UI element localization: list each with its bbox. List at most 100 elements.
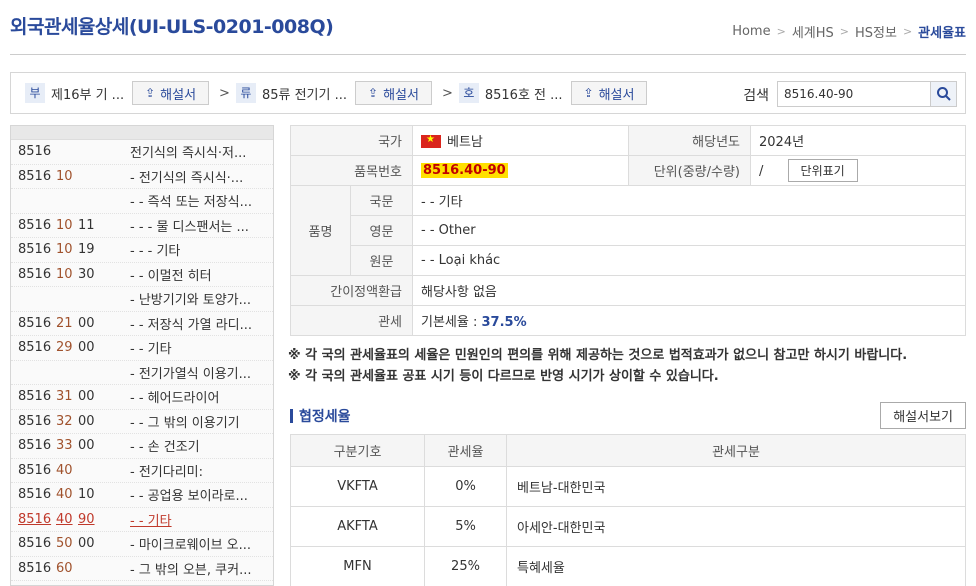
unit-notation-button[interactable]: 단위표기 bbox=[787, 159, 858, 182]
table-row: MFN 25% 특혜세율 bbox=[290, 546, 966, 586]
hs-code-item[interactable]: 8516 50 00 - 마이크로웨이브 오... bbox=[11, 532, 273, 557]
korean-label: 국문 bbox=[350, 185, 413, 216]
hs-subheading: 31 bbox=[56, 389, 73, 405]
hs-description: - 전기식의 즉시식·... bbox=[130, 170, 244, 186]
category-cell: 아세안-대한민국 bbox=[506, 506, 966, 547]
hs-description: - 전기다리미: bbox=[130, 464, 204, 480]
hs-national: 90 bbox=[78, 511, 95, 527]
search-input[interactable] bbox=[778, 82, 930, 106]
agreement-section-title: 협정세율 bbox=[290, 406, 351, 426]
code-cell: AKFTA bbox=[290, 506, 425, 547]
hs-description: - - 기타 bbox=[130, 342, 172, 358]
chevron-right-icon: > bbox=[776, 25, 786, 38]
original-label: 원문 bbox=[350, 245, 413, 276]
hs-national: 19 bbox=[78, 242, 95, 258]
hs-code-item[interactable]: 8516 40 90 - - 기타 bbox=[11, 508, 273, 532]
vietnam-flag-icon bbox=[421, 134, 441, 148]
english-label: 영문 bbox=[350, 215, 413, 246]
breadcrumb-hs-info[interactable]: HS정보 bbox=[855, 22, 897, 41]
hs-code-item[interactable]: 8516 33 00 - - 손 건조기 bbox=[11, 434, 273, 459]
hs-description: - - 저장식 가열 라디... bbox=[130, 317, 253, 333]
hs-code-item[interactable]: 8516 40 10 - - 공업용 보이라로... bbox=[11, 483, 273, 508]
column-header: 관세율 bbox=[424, 434, 507, 467]
country-value: 베트남 bbox=[412, 125, 629, 156]
hs-heading: 8516 bbox=[18, 217, 52, 233]
heading-commentary-label: 해설서 bbox=[598, 87, 635, 103]
hs-code-item[interactable]: 8516 10 11 - - - 물 디스팬서는 ... bbox=[11, 214, 273, 238]
breadcrumb-world-hs[interactable]: 세계HS bbox=[792, 22, 834, 41]
chapter-commentary-label: 해설서 bbox=[383, 87, 419, 103]
tariff-rate: 37.5% bbox=[481, 315, 527, 330]
hs-code-item[interactable]: 8516 31 00 - - 헤어드라이어 bbox=[11, 385, 273, 410]
hs-code-item[interactable]: 8516 10 30 - - 이멀전 히터 bbox=[11, 263, 273, 287]
hs-code-item[interactable]: 8516 40 - 전기다리미: bbox=[11, 459, 273, 483]
hs-navigation-bar: 부 제16부 기 ... ⇪ 해설서 > 류 85류 전기기 ... ⇪ 해설서… bbox=[10, 72, 966, 114]
agreement-rate-table: 구분기호 관세율 관세구분 VKFTA 0% 베트남-대한민국 AKFTA 5%… bbox=[290, 434, 966, 586]
hs-heading: 8516 bbox=[18, 487, 52, 503]
hs-subheading: 10 bbox=[56, 168, 73, 184]
tariff-info-table: 국가 베트남 해당년도 2024년 품목번호 8516.40-90 단위(중량/… bbox=[290, 125, 966, 186]
hs-subheading: 10 bbox=[56, 217, 73, 233]
rate-cell: 25% bbox=[424, 546, 507, 586]
section-commentary-label: 해설서 bbox=[160, 87, 197, 103]
korean-value: - - 기타 bbox=[412, 185, 966, 216]
hs-code-item[interactable]: 8516 32 00 - - 그 밖의 이용기기 bbox=[11, 410, 273, 434]
hs-code-item[interactable]: - 전기가열식 이용기... bbox=[11, 361, 273, 385]
hs-national: 00 bbox=[78, 536, 95, 552]
hs-national: 30 bbox=[78, 266, 95, 282]
search-icon bbox=[936, 87, 951, 101]
hs-code-item[interactable]: 8516 10 - 전기식의 즉시식·... bbox=[11, 165, 273, 189]
heading-text: 8516호 전 ... bbox=[484, 87, 563, 103]
breadcrumb-current: 관세율표 bbox=[918, 26, 966, 41]
search-button[interactable] bbox=[930, 82, 956, 106]
upload-icon: ⇪ bbox=[145, 86, 156, 100]
agreement-title-text: 협정세율 bbox=[299, 409, 351, 425]
upload-icon: ⇪ bbox=[583, 86, 594, 100]
hs-heading: 8516 bbox=[18, 413, 52, 429]
hs-description: - - 즉석 또는 저장식... bbox=[130, 195, 253, 211]
heading-tag: 호 bbox=[458, 83, 479, 103]
hs-heading: 8516 bbox=[18, 266, 52, 282]
hs-description: - - 이멀전 히터 bbox=[130, 268, 212, 284]
country-name: 베트남 bbox=[447, 135, 483, 150]
hs-code-item[interactable]: 8516 10 19 - - - 기타 bbox=[11, 238, 273, 263]
year-value: 2024년 bbox=[750, 125, 966, 156]
view-commentary-button[interactable]: 해설서보기 bbox=[880, 402, 966, 429]
hs-code-item[interactable]: - - 즉석 또는 저장식... bbox=[11, 189, 273, 214]
hs-national: 00 bbox=[78, 413, 95, 429]
title-divider bbox=[10, 54, 966, 55]
hs-heading: 8516 bbox=[18, 536, 52, 552]
hs-subheading: 10 bbox=[56, 242, 73, 258]
upload-icon: ⇪ bbox=[368, 86, 379, 100]
english-value: - - Other bbox=[412, 215, 966, 246]
chevron-right-icon: > bbox=[839, 25, 849, 38]
hs-heading: 8516 bbox=[18, 389, 52, 405]
table-row: VKFTA 0% 베트남-대한민국 bbox=[290, 466, 966, 507]
hs-code-item[interactable]: 8516 29 00 - - 기타 bbox=[11, 336, 273, 361]
section-commentary-button[interactable]: ⇪ 해설서 bbox=[132, 81, 210, 105]
hs-code-item[interactable]: 8516 60 - 그 밖의 오븐, 쿠커... bbox=[11, 557, 273, 581]
chapter-commentary-button[interactable]: ⇪ 해설서 bbox=[355, 81, 432, 105]
country-label: 국가 bbox=[290, 125, 413, 156]
item-no-label: 품목번호 bbox=[290, 155, 413, 186]
hs-code-item[interactable]: - 난방기기와 토양가... bbox=[11, 287, 273, 312]
hs-description: - - 헤어드라이어 bbox=[130, 391, 220, 407]
hs-description: - - 그 밖의 이용기기 bbox=[130, 415, 240, 431]
hs-subheading: 40 bbox=[56, 487, 73, 503]
hs-code-item[interactable]: 8516 21 00 - - 저장식 가열 라디... bbox=[11, 312, 273, 336]
hs-code-item[interactable]: 8516 전기식의 즉시식·저... bbox=[11, 140, 273, 165]
heading-commentary-button[interactable]: ⇪ 해설서 bbox=[570, 81, 648, 105]
page-title: 외국관세율상세(UI-ULS-0201-008Q) bbox=[10, 16, 334, 38]
breadcrumb-home[interactable]: Home bbox=[732, 24, 770, 39]
notice-text: ※ 각 국의 관세율표의 세율은 민원인의 편의를 위해 제공하는 것으로 법적… bbox=[288, 345, 907, 387]
hs-subheading: 33 bbox=[56, 438, 73, 454]
section-text: 제16부 기 ... bbox=[51, 87, 125, 103]
hs-subheading: 29 bbox=[56, 340, 73, 356]
hs-national: 00 bbox=[78, 389, 95, 405]
hs-description: - - 기타 bbox=[130, 513, 172, 529]
item-name-label: 품명 bbox=[290, 185, 351, 276]
list-header-bar bbox=[11, 126, 273, 140]
column-header: 구분기호 bbox=[290, 434, 425, 467]
hs-national: 00 bbox=[78, 315, 95, 331]
nav-arrow-icon: > bbox=[219, 85, 230, 101]
